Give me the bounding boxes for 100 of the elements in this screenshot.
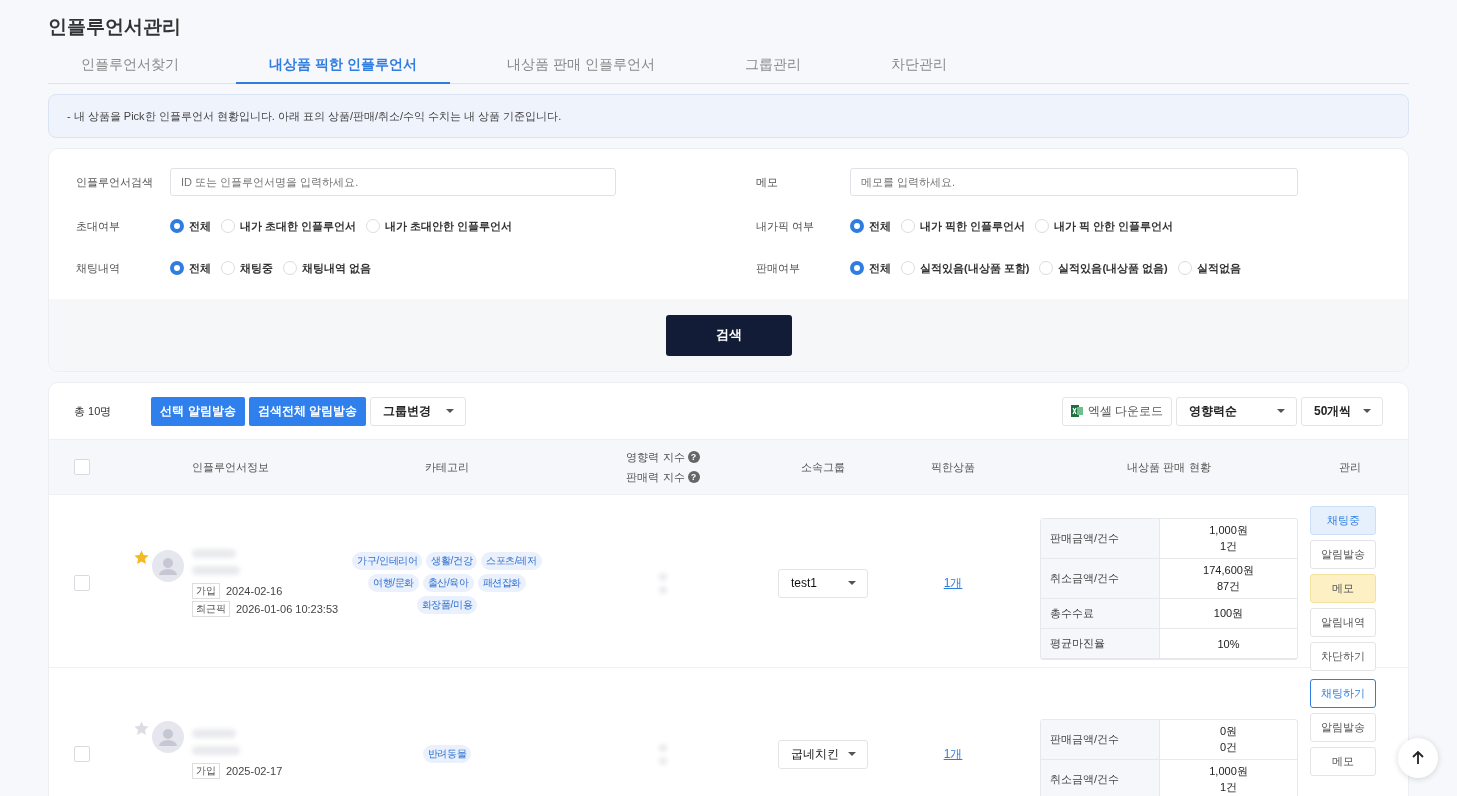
column-header: 내상품 판매 현황 (1127, 459, 1211, 475)
scroll-top-button[interactable] (1398, 738, 1438, 778)
radio-button[interactable] (850, 261, 864, 275)
stat-label: 취소금액/건수 (1041, 760, 1160, 796)
caret-icon (847, 580, 857, 586)
column-header: 인플루언서정보 (191, 459, 269, 475)
avatar-icon (152, 721, 184, 753)
action-button[interactable]: 알림발송 (1310, 713, 1376, 742)
action-button[interactable]: 채팅중 (1310, 506, 1376, 535)
action-button[interactable]: 채팅하기 (1310, 679, 1376, 708)
star-icon[interactable] (133, 548, 150, 566)
action-button[interactable]: 알림발송 (1310, 540, 1376, 569)
column-header: 관리 (1339, 459, 1361, 475)
stat-value: 100원 (1213, 606, 1244, 621)
column-header: 픽한상품 (931, 459, 975, 475)
stat-value: 1건 (1219, 539, 1238, 554)
help-icon[interactable]: ? (687, 451, 700, 463)
filter-label: 초대여부 (76, 218, 121, 234)
date-label: 최근픽 (192, 601, 230, 617)
group-select[interactable]: 굽네치킨 (778, 739, 868, 769)
radio-label: 내가 픽한 인플루언서 (920, 218, 1026, 234)
tab[interactable]: 내상품 픽한 인플루언서 (236, 48, 450, 84)
tab[interactable]: 차단관리 (857, 48, 980, 84)
notify-button[interactable]: 선택 알림발송 (151, 396, 245, 426)
date-label: 가입 (192, 583, 220, 599)
stat-value: 1,000원 (1209, 764, 1248, 779)
total-count: 총 10명 (74, 403, 112, 419)
join-date: 2025-02-17 (226, 765, 283, 777)
stat-label: 평균마진율 (1041, 629, 1160, 659)
search-field[interactable]: 메모를 입력하세요. (850, 168, 1298, 196)
radio-label: 전체 (869, 218, 891, 234)
stat-value: 87건 (1216, 579, 1241, 594)
help-icon[interactable]: ? (687, 471, 700, 483)
column-header: 영향력 지수 (626, 449, 685, 465)
row-checkbox[interactable] (74, 575, 90, 591)
action-button[interactable]: 알림내역 (1310, 608, 1376, 637)
tab[interactable]: 그룹관리 (711, 48, 834, 84)
avatar-icon (152, 550, 184, 582)
page-size-select[interactable]: 50개씩 (1301, 396, 1383, 426)
stat-value: 1건 (1219, 780, 1238, 795)
radio-button[interactable] (170, 261, 184, 275)
radio-label: 전체 (869, 260, 891, 276)
radio-label: 전체 (189, 218, 211, 234)
radio-label: 채팅내역 없음 (302, 260, 372, 276)
excel-download-button[interactable]: 엑셀 다운로드 (1061, 396, 1172, 426)
filter-label: 내가픽 여부 (756, 218, 816, 234)
spreadsheet-icon (1070, 404, 1083, 418)
radio-label: 내가 초대한 인플루언서 (240, 218, 357, 234)
stat-value: 10% (1217, 637, 1240, 650)
filter-label: 채팅내역 (76, 260, 121, 276)
filter-label: 인플루언서검색 (76, 174, 154, 190)
notify-button[interactable]: 검색전체 알림발송 (248, 396, 366, 426)
page-title: 인플루언서관리 (48, 15, 182, 39)
radio-button[interactable] (170, 219, 184, 233)
caret-icon (445, 408, 455, 414)
sort-select[interactable]: 영향력순 (1176, 396, 1297, 426)
date-label: 가입 (192, 763, 220, 779)
category-chip: 패션잡화 (477, 574, 526, 592)
stat-value: 0원 (1219, 724, 1238, 739)
arrow-up-icon (1410, 750, 1426, 766)
action-button[interactable]: 메모 (1310, 747, 1376, 776)
picked-products-link[interactable]: 1개 (943, 574, 963, 592)
stat-label: 총수수료 (1041, 599, 1160, 629)
group-select[interactable]: test1 (778, 568, 868, 598)
caret-icon (1276, 408, 1286, 414)
action-button[interactable]: 메모 (1310, 574, 1376, 603)
row-checkbox[interactable] (74, 746, 90, 762)
radio-button[interactable] (850, 219, 864, 233)
group-change-select[interactable]: 그룹변경 (370, 396, 466, 426)
column-header: 카테고리 (425, 459, 469, 475)
picked-products-link[interactable]: 1개 (943, 745, 963, 763)
radio-label: 실적있음(내상품 없음) (1058, 260, 1168, 276)
radio-label: 내가 픽 안한 인플루언서 (1054, 218, 1174, 234)
category-chip: 가구/인테리어 (352, 552, 423, 570)
category-chip: 스포츠/레저 (481, 552, 542, 570)
stat-value: 1,000원 (1209, 523, 1248, 538)
select-all-checkbox[interactable] (74, 459, 90, 475)
radio-label: 내가 초대안한 인플루언서 (385, 218, 513, 234)
search-button[interactable]: 검색 (665, 314, 792, 356)
stat-label: 취소금액/건수 (1041, 559, 1160, 599)
column-header: 소속그룹 (801, 459, 845, 475)
category-chip: 생활/건강 (426, 552, 478, 570)
category-chip: 화장품/미용 (416, 596, 478, 614)
category-chip: 여행/문화 (368, 574, 419, 592)
join-date: 2024-02-16 (226, 585, 283, 597)
star-icon[interactable] (133, 719, 150, 737)
caret-icon (1362, 408, 1372, 414)
column-header: 판매력 지수 (626, 469, 685, 485)
stat-label: 판매금액/건수 (1041, 519, 1160, 559)
notice-banner: - 내 상품을 Pick한 인플루언서 현황입니다. 아래 표의 상품/판매/취소/수익 수치는 내 상품 기준입니다. (48, 94, 1409, 138)
radio-label: 전체 (189, 260, 211, 276)
radio-label: 실적있음(내상품 포함) (920, 260, 1030, 276)
action-button[interactable]: 차단하기 (1310, 642, 1376, 671)
tab[interactable]: 내상품 판매 인플루언서 (473, 48, 688, 84)
filter-label: 판매여부 (756, 260, 801, 276)
category-chip: 출산/육아 (422, 574, 474, 592)
search-field[interactable]: ID 또는 인플루언서명을 입력하세요. (170, 168, 616, 196)
radio-label: 실적없음 (1196, 260, 1241, 276)
stat-value: 0건 (1219, 740, 1238, 755)
stat-label: 판매금액/건수 (1041, 720, 1160, 760)
